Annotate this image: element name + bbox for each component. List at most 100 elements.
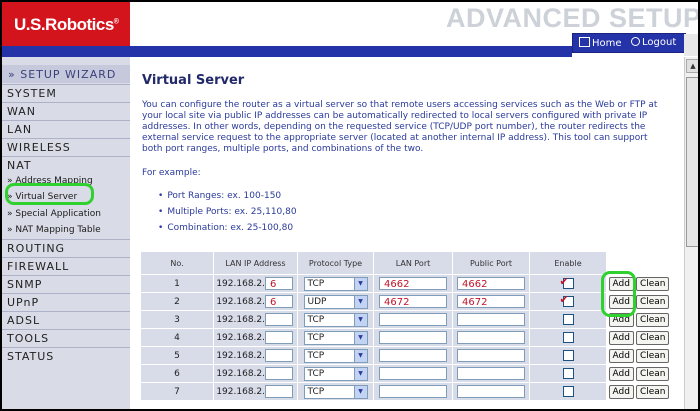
vertical-scrollbar[interactable]: ▲ <box>684 57 698 409</box>
enable-checkbox[interactable]: ✔ <box>559 293 574 307</box>
ip-last-octet-input[interactable]: 6 <box>265 295 293 308</box>
clean-button[interactable]: Clean <box>635 330 670 345</box>
protocol-select[interactable]: TCP ▼ <box>303 330 368 345</box>
public-port-cell <box>452 382 530 401</box>
sidebar-item-wireless[interactable]: WIRELESS <box>2 138 130 156</box>
table-row: 6 192.168.2. TCP ▼ Add Clean <box>140 364 672 383</box>
ip-last-octet-input[interactable] <box>265 349 293 362</box>
ip-last-octet-input[interactable] <box>265 331 293 344</box>
protocol-select[interactable]: TCP ▼ <box>303 366 368 381</box>
add-button[interactable]: Add <box>608 384 634 399</box>
public-port-input[interactable] <box>457 367 525 380</box>
protocol-cell: TCP ▼ <box>297 310 374 329</box>
sidebar-item-upnp[interactable]: UPnP <box>2 293 130 311</box>
ip-last-octet-input[interactable]: 6 <box>265 277 293 290</box>
actions-cell: Add Clean <box>606 382 672 401</box>
public-port-input[interactable]: 4672 <box>457 295 525 308</box>
lan-ip-cell: 192.168.2. <box>213 382 298 401</box>
public-port-input[interactable] <box>457 349 525 362</box>
enable-checkbox[interactable] <box>562 386 574 397</box>
lan-port-input[interactable] <box>379 349 447 362</box>
public-port-cell <box>452 310 530 329</box>
table-row: 5 192.168.2. TCP ▼ Add Clean <box>140 346 672 365</box>
row-number: 1 <box>140 274 214 293</box>
lan-port-cell: 4662 <box>373 274 453 293</box>
enable-checkbox[interactable] <box>562 314 574 325</box>
scroll-thumb[interactable] <box>686 77 698 247</box>
lan-port-input[interactable] <box>379 385 447 398</box>
ip-last-octet-input[interactable] <box>265 367 293 380</box>
enable-checkbox[interactable]: ✔ <box>559 275 574 289</box>
lan-port-cell <box>373 382 453 401</box>
sidebar-item-firewall[interactable]: FIREWALL <box>2 257 130 275</box>
ip-last-octet-input[interactable] <box>265 385 293 398</box>
public-port-input[interactable] <box>457 385 525 398</box>
logout-icon <box>631 37 640 46</box>
chevron-down-icon: ▼ <box>353 277 367 290</box>
sidebar-item-label: WIRELESS <box>7 141 71 154</box>
checkmark-icon: ✔ <box>559 275 569 288</box>
sidebar-item-lan[interactable]: LAN <box>2 120 130 138</box>
lan-port-cell <box>373 364 453 383</box>
ip-prefix: 192.168.2. <box>216 332 265 343</box>
lan-port-input[interactable] <box>379 367 447 380</box>
chevron-down-icon: ▼ <box>353 385 367 398</box>
clean-button[interactable]: Clean <box>635 312 670 327</box>
sidebar-item-system[interactable]: SYSTEM <box>2 84 130 102</box>
add-button[interactable]: Add <box>608 348 634 363</box>
clean-button[interactable]: Clean <box>635 348 670 363</box>
home-link[interactable]: Home <box>579 37 622 49</box>
public-port-cell <box>452 364 530 383</box>
usrobotics-logo[interactable]: U.S.Robotics® <box>2 2 130 46</box>
checkmark-icon: ✔ <box>559 293 569 306</box>
enable-cell <box>529 310 607 329</box>
lan-port-input[interactable] <box>379 313 447 326</box>
sidebar-subitem-special-application[interactable]: » Special Application <box>2 206 130 222</box>
lan-port-cell <box>373 328 453 347</box>
lan-port-input[interactable] <box>379 331 447 344</box>
protocol-select[interactable]: TCP ▼ <box>303 312 368 327</box>
add-button[interactable]: Add <box>608 366 634 381</box>
sidebar-item-routing[interactable]: ROUTING <box>2 239 130 257</box>
enable-checkbox[interactable] <box>562 350 574 361</box>
protocol-select[interactable]: TCP ▼ <box>303 276 368 291</box>
sidebar-item-adsl[interactable]: ADSL <box>2 311 130 329</box>
enable-checkbox[interactable] <box>562 368 574 379</box>
sidebar-item-snmp[interactable]: SNMP <box>2 275 130 293</box>
lan-port-input[interactable]: 4662 <box>379 277 447 290</box>
col-header-public-port: Public Port <box>452 251 530 275</box>
sidebar-item-label: LAN <box>7 123 33 136</box>
protocol-select[interactable]: UDP ▼ <box>303 294 368 309</box>
sidebar-item-label: » SETUP WIZARD <box>8 68 117 81</box>
protocol-cell: TCP ▼ <box>297 328 374 347</box>
chevron-down-icon: ▼ <box>353 313 367 326</box>
public-port-input[interactable] <box>457 313 525 326</box>
col-header-lan-port: LAN Port <box>373 251 453 275</box>
sidebar-item-setup-wizard[interactable]: » SETUP WIZARD <box>2 65 130 83</box>
clean-button[interactable]: Clean <box>635 366 670 381</box>
col-header-lan-ip: LAN IP Address <box>213 251 298 275</box>
sidebar-item-wan[interactable]: WAN <box>2 102 130 120</box>
logout-link[interactable]: Logout <box>631 37 676 48</box>
sidebar-item-status[interactable]: STATUS <box>2 347 130 365</box>
protocol-value: TCP <box>307 332 325 343</box>
public-port-input[interactable]: 4662 <box>457 277 525 290</box>
protocol-select[interactable]: TCP ▼ <box>303 384 368 399</box>
enable-checkbox[interactable] <box>562 332 574 343</box>
ip-prefix: 192.168.2. <box>216 386 265 397</box>
scroll-up-icon[interactable]: ▲ <box>686 59 698 73</box>
ip-last-octet-input[interactable] <box>265 313 293 326</box>
add-button[interactable]: Add <box>608 330 634 345</box>
sidebar-item-nat[interactable]: NAT <box>2 156 130 174</box>
clean-button[interactable]: Clean <box>635 384 670 399</box>
public-port-input[interactable] <box>457 331 525 344</box>
lan-ip-cell: 192.168.2. <box>213 310 298 329</box>
sidebar-item-label: TOOLS <box>7 332 50 345</box>
clean-button[interactable]: Clean <box>635 294 670 309</box>
sidebar-item-tools[interactable]: TOOLS <box>2 329 130 347</box>
lan-port-input[interactable]: 4672 <box>379 295 447 308</box>
protocol-select[interactable]: TCP ▼ <box>303 348 368 363</box>
sidebar-subitem-nat-mapping-table[interactable]: » NAT Mapping Table <box>2 222 130 238</box>
clean-button[interactable]: Clean <box>635 276 670 291</box>
logo-text: U.S.Robotics <box>14 15 114 34</box>
